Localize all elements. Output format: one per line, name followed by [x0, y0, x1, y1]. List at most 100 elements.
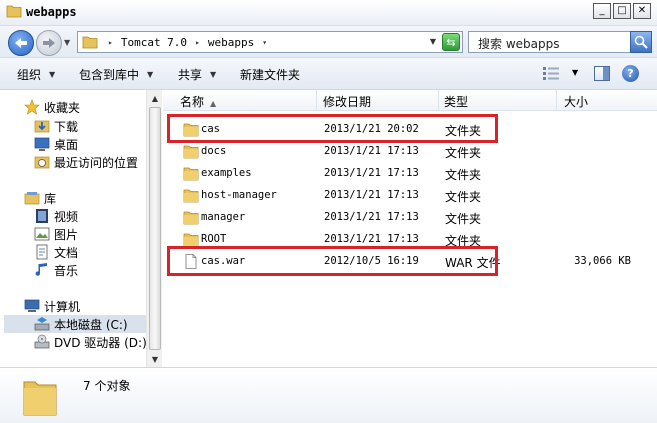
- breadcrumb-separator-icon[interactable]: ▸: [108, 38, 113, 47]
- file-type: 文件夹: [445, 190, 482, 204]
- maximize-button[interactable]: □: [613, 3, 631, 19]
- address-dropdown-icon[interactable]: ▼: [430, 37, 436, 46]
- file-type: 文件夹: [445, 212, 482, 226]
- file-type: 文件夹: [445, 168, 482, 182]
- folder-icon: [23, 381, 57, 416]
- sidebar-item-label: 桌面: [54, 137, 79, 152]
- folder-icon: [183, 211, 199, 225]
- column-header-modified[interactable]: 修改日期: [323, 93, 371, 110]
- scroll-up-icon[interactable]: ▲: [147, 90, 163, 106]
- item-count: 7 个对象: [83, 379, 131, 393]
- file-modified-date: 2013/1/21 17:13: [324, 145, 419, 157]
- forward-arrow-icon: [43, 38, 55, 48]
- highlight-box-cas-war: [167, 246, 498, 276]
- video-icon: [36, 209, 48, 223]
- sidebar-item-label: 下载: [54, 119, 79, 134]
- back-button[interactable]: [8, 30, 34, 56]
- back-arrow-icon: [15, 38, 27, 48]
- column-header-size[interactable]: 大小: [564, 93, 588, 110]
- sidebar-item-local-disk[interactable]: 本地磁盘 (C:): [4, 315, 146, 333]
- file-modified-date: 2013/1/21 17:13: [324, 233, 419, 245]
- recent-pages-dropdown[interactable]: ▼: [64, 38, 70, 47]
- new-folder-label: 新建文件夹: [240, 68, 301, 82]
- scrollbar-thumb[interactable]: [149, 107, 161, 350]
- address-bar[interactable]: ▸ Tomcat 7.0 ▸ webapps ▾ ▼ ⇆: [77, 31, 463, 53]
- star-icon: [24, 99, 40, 115]
- navigation-pane-scrollbar[interactable]: ▲ ▼: [146, 90, 162, 367]
- breadcrumb-webapps[interactable]: webapps: [208, 36, 254, 49]
- sidebar-item-documents[interactable]: 文档: [34, 243, 78, 261]
- sidebar-item-computer[interactable]: 计算机: [24, 297, 80, 315]
- sidebar-item-recent-places[interactable]: 最近访问的位置: [34, 153, 138, 171]
- organize-menu[interactable]: 组织 ▼: [17, 66, 55, 83]
- pictures-icon: [34, 227, 50, 241]
- folder-icon: [82, 36, 98, 49]
- sidebar-item-libraries[interactable]: 库: [24, 189, 56, 207]
- close-button[interactable]: ✕: [633, 3, 651, 19]
- column-header-name[interactable]: 名称 ▲: [180, 93, 216, 110]
- sidebar-item-music[interactable]: 音乐: [34, 261, 78, 279]
- sidebar-item-label: 库: [44, 191, 57, 206]
- sidebar-item-label: 图片: [54, 227, 79, 242]
- include-in-library-label: 包含到库中: [79, 68, 140, 82]
- chevron-down-icon: ▼: [49, 70, 56, 79]
- command-bar: 组织 ▼ 包含到库中 ▼ 共享 ▼ 新建文件夹 ▼ ?: [0, 58, 657, 90]
- minimize-button[interactable]: _: [593, 3, 611, 19]
- search-button[interactable]: [630, 31, 652, 53]
- forward-button[interactable]: [36, 30, 62, 56]
- column-header-type[interactable]: 类型: [444, 93, 468, 110]
- file-name: ROOT: [201, 233, 227, 245]
- share-menu[interactable]: 共享 ▼: [178, 66, 216, 83]
- sidebar-item-label: 最近访问的位置: [54, 155, 139, 170]
- column-separator[interactable]: [556, 90, 557, 111]
- sidebar-item-favorites[interactable]: 收藏夹: [24, 98, 80, 116]
- file-row[interactable]: examples 2013/1/21 17:13 文件夹: [177, 164, 647, 184]
- sidebar-item-label: 本地磁盘 (C:): [54, 317, 128, 332]
- preview-pane-icon[interactable]: [594, 66, 610, 81]
- sidebar-item-label: 视频: [54, 209, 79, 224]
- sidebar-item-pictures[interactable]: 图片: [34, 225, 78, 243]
- view-options-icon[interactable]: [543, 67, 559, 80]
- folder-icon: [183, 167, 199, 181]
- file-row[interactable]: docs 2013/1/21 17:13 文件夹: [177, 142, 647, 162]
- search-box[interactable]: 搜索 webapps: [468, 31, 652, 53]
- sidebar-item-label: DVD 驱动器 (D:): [54, 335, 147, 350]
- column-separator[interactable]: [316, 90, 317, 111]
- sort-ascending-icon: ▲: [210, 99, 217, 108]
- file-name: examples: [201, 167, 252, 179]
- breadcrumb-separator-icon[interactable]: ▸: [195, 38, 200, 47]
- sidebar-item-dvd-drive[interactable]: DVD 驱动器 (D:): [34, 333, 147, 351]
- navigation-pane: 收藏夹 下载 桌面 最近访问的位置 库 视频 图片 文档 音乐 计算机 本地磁盘…: [0, 90, 162, 367]
- column-header-label: 名称: [180, 95, 205, 109]
- column-separator[interactable]: [438, 90, 439, 111]
- new-folder-button[interactable]: 新建文件夹: [240, 66, 300, 83]
- refresh-button[interactable]: ⇆: [442, 33, 460, 51]
- file-size: 33,066 KB: [574, 255, 631, 267]
- chevron-down-icon: ▼: [210, 70, 217, 79]
- breadcrumb-tomcat[interactable]: Tomcat 7.0: [121, 36, 187, 49]
- file-name: docs: [201, 145, 227, 157]
- help-icon[interactable]: ?: [622, 65, 639, 82]
- file-name: host-manager: [201, 189, 277, 201]
- share-label: 共享: [178, 68, 203, 82]
- file-row[interactable]: host-manager 2013/1/21 17:13 文件夹: [177, 186, 647, 206]
- file-modified-date: 2013/1/21 17:13: [324, 167, 419, 179]
- sidebar-item-videos[interactable]: 视频: [34, 207, 78, 225]
- search-input[interactable]: 搜索 webapps: [478, 35, 559, 52]
- breadcrumb-separator-icon[interactable]: ▾: [262, 38, 267, 47]
- scroll-down-icon[interactable]: ▼: [147, 351, 163, 367]
- chevron-down-icon: ▼: [147, 70, 154, 79]
- sidebar-item-label: 计算机: [44, 299, 81, 314]
- file-row[interactable]: manager 2013/1/21 17:13 文件夹: [177, 208, 647, 228]
- sidebar-item-desktop[interactable]: 桌面: [34, 135, 78, 153]
- sidebar-item-label: 音乐: [54, 263, 79, 278]
- view-dropdown-icon[interactable]: ▼: [572, 68, 578, 77]
- sidebar-item-downloads[interactable]: 下载: [34, 117, 78, 135]
- highlight-box-cas: [167, 114, 498, 143]
- library-icon: [24, 192, 40, 205]
- sidebar-item-label: 文档: [54, 245, 79, 260]
- include-in-library-menu[interactable]: 包含到库中 ▼: [79, 66, 153, 83]
- recent-places-icon: [34, 156, 50, 169]
- dvd-drive-icon: [34, 334, 50, 349]
- folder-icon: [183, 233, 199, 247]
